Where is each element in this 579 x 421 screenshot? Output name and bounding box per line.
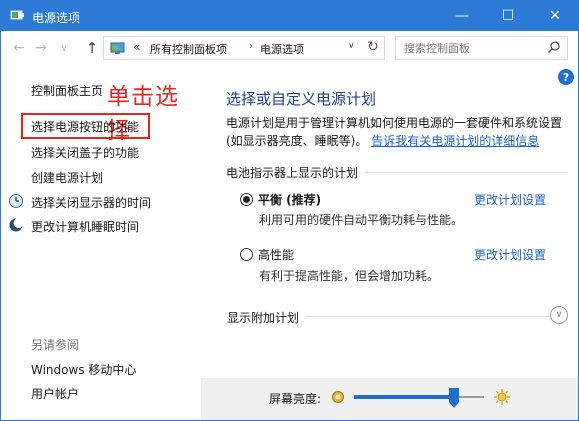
page-title: 选择或自定义电源计划 [226,90,377,108]
window-title: 电源选项 [32,11,81,25]
plan-desc-balanced: 利用可用的硬件自动平衡功耗与性能。 [259,213,464,227]
bright-sun-icon [494,389,510,405]
left-navigation-pane: 控制面板主页 单击选择 选择电源按钮的功能 选择关闭盖子的功能 创建电源计划 选… [1,65,201,420]
back-arrow-icon[interactable]: ← [10,39,28,57]
title-bar: 电源选项 — ☐ ✕ [1,1,578,31]
search-input[interactable] [396,37,546,59]
up-arrow-icon[interactable]: ↑ [83,39,101,57]
breadcrumb-all-control-panel-items[interactable]: 所有控制面板项 [150,41,227,57]
nav-link-choose-power-button-action[interactable]: 选择电源按钮的功能 [31,118,139,135]
breadcrumb-power-options[interactable]: 电源选项 [260,41,304,57]
power-options-icon [10,10,24,20]
brightness-label: 屏幕亮度: [269,392,322,406]
power-plan-description: 电源计划是用于管理计算机如何使用电源的一套硬件和系统设置(如显示器亮度、睡眠等)… [226,114,566,150]
see-also-user-accounts[interactable]: 用户帐户 [31,385,79,402]
maximize-button[interactable]: ☐ [485,1,531,31]
additional-plans-divider [305,316,551,317]
brightness-bar: 屏幕亮度: [201,378,578,420]
section-divider [365,172,568,173]
recent-locations-chevron-icon[interactable]: ∨ [55,39,73,57]
power-options-window: 电源选项 — ☐ ✕ ← → ∨ ↑ « 所有控制面板项 › 电源选项 ∨ ↻ [0,0,579,421]
address-bar[interactable]: « 所有控制面板项 › 电源选项 ∨ ↻ [103,36,385,60]
expand-chevron-icon[interactable]: ∨ [550,306,568,324]
high-performance-plan-radio[interactable] [240,248,253,261]
nav-link-choose-lid-close-action[interactable]: 选择关闭盖子的功能 [31,144,139,161]
close-button[interactable]: ✕ [532,1,578,31]
control-panel-icon [110,42,125,54]
help-icon[interactable]: ? [558,69,574,85]
search-icon[interactable] [547,40,561,54]
nav-link-create-power-plan[interactable]: 创建电源计划 [31,169,103,186]
refresh-icon[interactable]: ↻ [367,39,379,55]
nav-link-choose-display-off-time[interactable]: 选择关闭显示器的时间 [31,194,151,211]
learn-more-link[interactable]: 告诉我有关电源计划的详细信息 [371,134,539,148]
brightness-slider-thumb[interactable] [449,388,460,408]
brightness-slider-fill [354,395,455,399]
address-dropdown-icon[interactable]: ∨ [348,41,355,51]
minimize-button[interactable]: — [439,1,485,31]
search-box[interactable] [395,36,568,60]
navigation-bar: ← → ∨ ↑ « 所有控制面板项 › 电源选项 ∨ ↻ [1,31,578,65]
control-panel-home-link[interactable]: 控制面板主页 [31,82,103,99]
plan-desc-high-performance: 有利于提高性能，但会增加功耗。 [259,269,440,283]
plan-name-balanced[interactable]: 平衡 (推荐) [258,191,321,208]
see-also-windows-mobility-center[interactable]: Windows 移动中心 [31,361,136,378]
change-plan-settings-link-balanced[interactable]: 更改计划设置 [474,191,546,208]
display-timer-icon [9,194,23,208]
forward-arrow-icon[interactable]: → [32,39,50,57]
section-heading: 电池指示器上显示的计划 [226,166,359,180]
dim-brightness-icon [332,391,344,403]
change-plan-settings-link-high-performance[interactable]: 更改计划设置 [474,246,546,263]
sleep-moon-icon [9,218,24,232]
see-also-heading: 另请参阅 [31,338,80,352]
overflow-chevron-icon[interactable]: « [133,40,140,54]
nav-link-change-sleep-time[interactable]: 更改计算机睡眠时间 [31,218,139,235]
brightness-slider[interactable] [354,395,484,399]
plan-name-high-performance[interactable]: 高性能 [258,246,294,263]
breadcrumb-separator-icon[interactable]: › [249,41,253,52]
show-additional-plans-label[interactable]: 显示附加计划 [227,309,299,326]
balanced-plan-radio[interactable] [240,193,253,206]
